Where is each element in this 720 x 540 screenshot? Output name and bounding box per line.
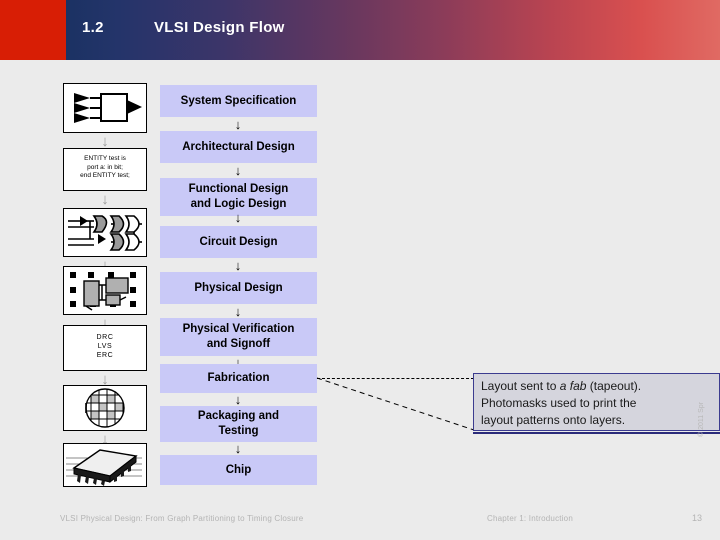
vhdl-code-icon: ENTITY test is port a: in bit; end ENTIT… — [63, 148, 147, 191]
flow-step-fabrication[interactable]: Fabrication — [160, 364, 317, 393]
callout-underline-bar — [473, 432, 720, 434]
callout-line1-italic: a fab — [559, 379, 587, 393]
check-erc: ERC — [96, 352, 114, 359]
flow-arrow: ↓ — [234, 258, 242, 273]
callout-note: Layout sent to a fab (tapeout). Photomas… — [473, 373, 720, 431]
vhdl-line-3: end ENTITY test; — [80, 172, 130, 179]
footer-book-title: VLSI Physical Design: From Graph Partiti… — [60, 514, 304, 523]
flow-step-circuit-design[interactable]: Circuit Design — [160, 226, 317, 258]
icon-flow-arrow: ↓ — [101, 191, 109, 208]
vhdl-code-text: ENTITY test is port a: in bit; end ENTIT… — [64, 149, 146, 187]
verification-checks-icon: DRC LVS ERC — [63, 325, 147, 371]
flow-step-chip[interactable]: Chip — [160, 455, 317, 485]
flow-arrow: ↓ — [234, 163, 242, 178]
header-red-accent-block — [0, 0, 66, 60]
callout-connector-diagonal — [316, 377, 475, 431]
slide-header: 1.2 VLSI Design Flow — [0, 0, 720, 60]
vhdl-line-1: ENTITY test is — [84, 155, 126, 162]
callout-line1-suffix: (tapeout). — [586, 379, 642, 393]
callout-line-1: Layout sent to a fab (tapeout). — [481, 378, 712, 395]
flow-arrow: ↓ — [234, 392, 242, 407]
copyright-notice: © 2011 Spr — [698, 402, 705, 437]
flow-arrow: ↓ — [234, 210, 242, 225]
vhdl-line-2: port a: in bit; — [87, 163, 123, 171]
wafer-glyph — [85, 388, 125, 428]
callout-line-3: layout patterns onto layers. — [481, 413, 626, 427]
chip-package-glyph — [66, 449, 142, 486]
floorplan-layout-icon — [63, 266, 147, 315]
callout-line-2: Photomasks used to print the — [481, 396, 637, 410]
section-number: 1.2 — [82, 19, 104, 36]
flow-step-physical-design[interactable]: Physical Design — [160, 272, 317, 304]
callout-line1-prefix: Layout sent to — [481, 379, 560, 393]
check-drc: DRC — [96, 334, 114, 341]
check-lvs: LVS — [97, 343, 113, 350]
block-diagram-glyph — [74, 93, 142, 123]
flow-step-physical-verification-signoff[interactable]: Physical Verification and Signoff — [160, 318, 317, 356]
logic-gates-glyph — [68, 215, 142, 251]
block-diagram-icon — [63, 83, 147, 133]
flow-step-architectural-design[interactable]: Architectural Design — [160, 131, 317, 163]
logic-gates-icon — [63, 208, 147, 257]
page-title: VLSI Design Flow — [154, 19, 285, 36]
footer-page-number: 13 — [692, 513, 703, 523]
flow-step-system-specification[interactable]: System Specification — [160, 85, 317, 117]
chip-package-icon — [63, 443, 147, 487]
flow-arrow: ↓ — [234, 304, 242, 319]
verification-checks-text: DRC LVS ERC — [64, 326, 146, 367]
flow-arrow: ↓ — [234, 117, 242, 132]
wafer-icon — [63, 385, 147, 431]
floorplan-glyph — [70, 272, 136, 311]
flow-arrow: ↓ — [234, 441, 242, 456]
flow-step-packaging-testing[interactable]: Packaging and Testing — [160, 406, 317, 442]
footer-chapter: Chapter 1: Introduction — [487, 514, 573, 523]
